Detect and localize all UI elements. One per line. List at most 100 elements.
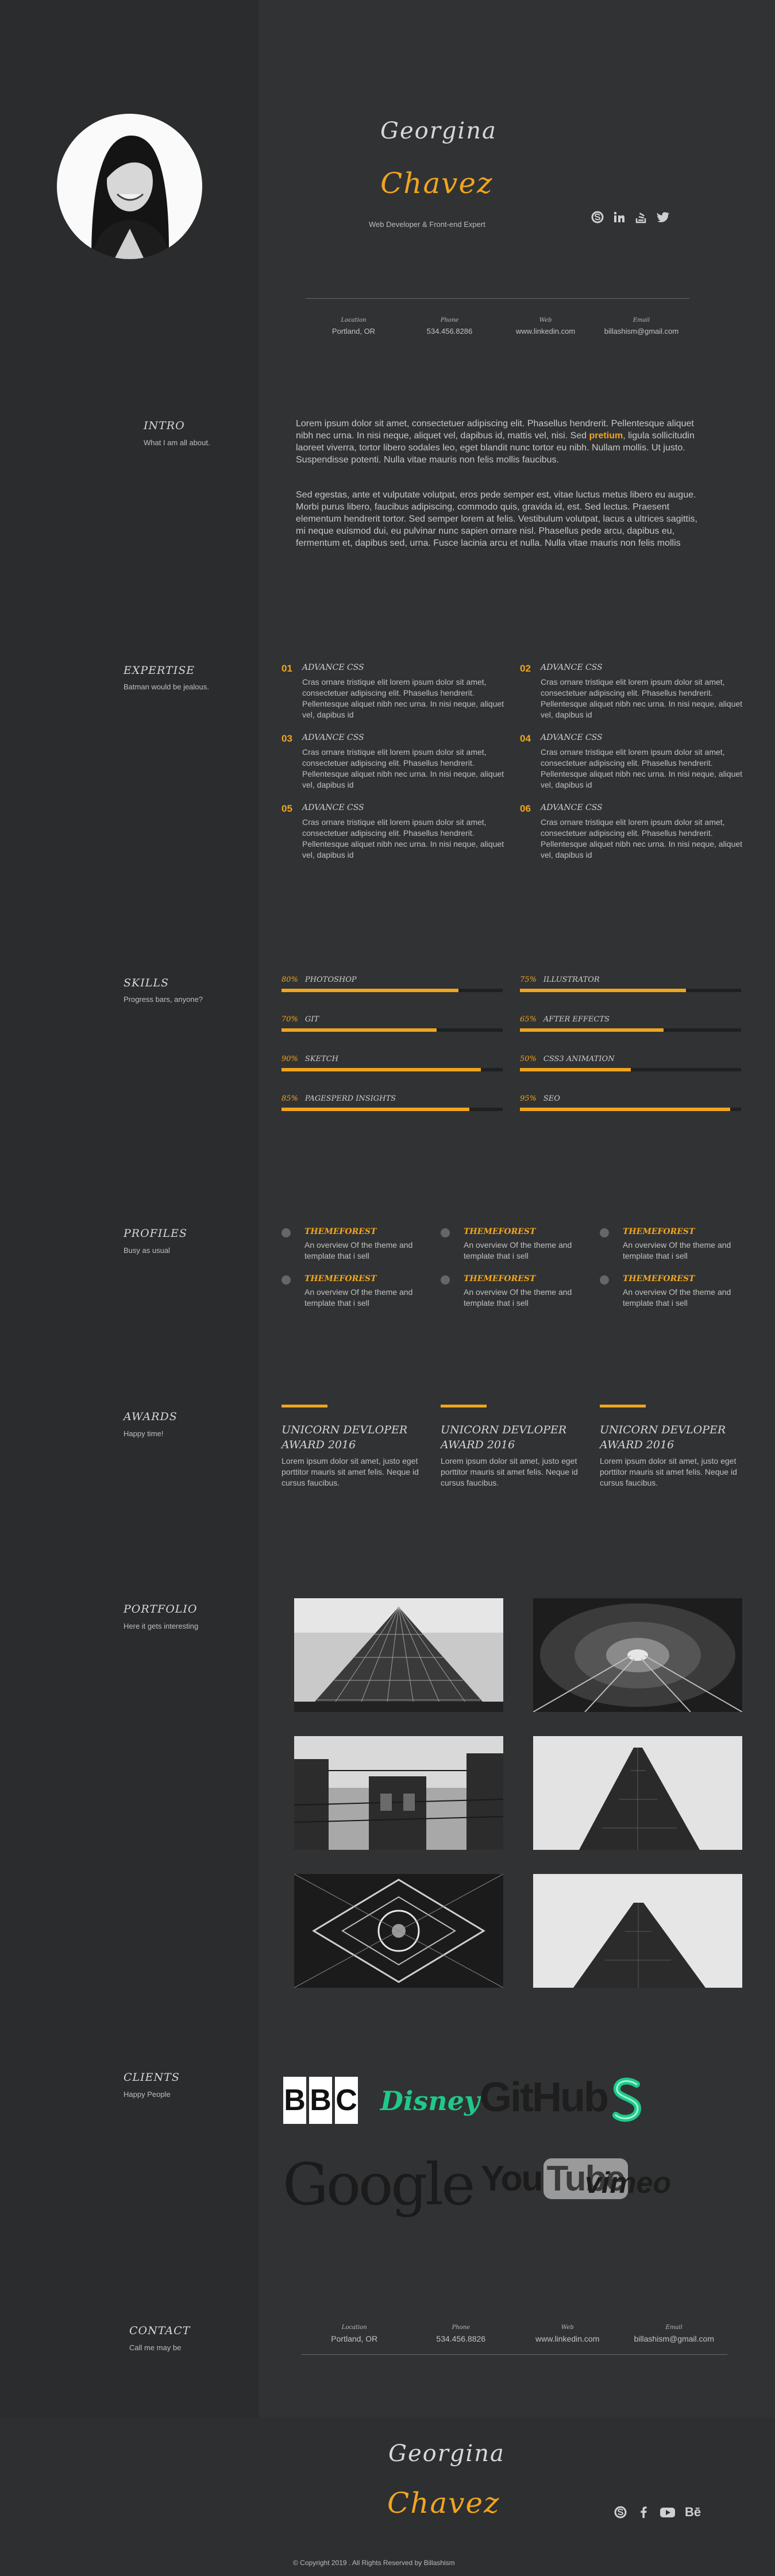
- vimeo-logo[interactable]: vimeo: [585, 2166, 671, 2200]
- contact-value[interactable]: billashism@gmail.com: [621, 2334, 728, 2343]
- portfolio-left: PORTFOLIO Here it gets interesting: [0, 1557, 259, 2023]
- portfolio-image[interactable]: [533, 1874, 742, 1988]
- section-title: AWARDS: [124, 1410, 178, 1423]
- bbc-logo[interactable]: B B C: [283, 2077, 358, 2124]
- contact-value[interactable]: www.linkedin.com: [498, 327, 593, 336]
- skype-icon[interactable]: [614, 2505, 627, 2519]
- contact-label: Location: [341, 317, 367, 323]
- expertise-text: Cras ornare tristique elit lorem ipsum d…: [541, 747, 743, 789]
- clients-right: B B C Disney GitHub Google You Tube vime…: [259, 2023, 775, 2274]
- youtube-icon[interactable]: [660, 2505, 676, 2519]
- section-title: EXPERTISE: [124, 664, 195, 677]
- skill-progress-fill: [282, 1108, 470, 1111]
- profile-text: An overview Of the theme and template th…: [464, 1240, 572, 1260]
- profile-text: An overview Of the theme and template th…: [304, 1240, 413, 1260]
- profile-item[interactable]: THEMEFOREST An overview Of the theme and …: [441, 1227, 600, 1262]
- contact-value: 534.456.8826: [436, 2334, 486, 2343]
- skill-progress-fill: [520, 1028, 664, 1032]
- contact-label: Location: [341, 2324, 367, 2331]
- expertise-number: 05: [282, 803, 292, 814]
- skill-percent: 80%: [282, 975, 298, 984]
- contact-value[interactable]: www.linkedin.com: [514, 2334, 621, 2343]
- expertise-item: 06 ADVANCE CSS Cras ornare tristique elit …: [520, 803, 758, 861]
- contact-left: CONTACT Call me may be: [0, 2274, 259, 2417]
- twitter-icon[interactable]: [656, 210, 670, 224]
- skill-name: SKETCH: [304, 1055, 338, 1063]
- section-title: CLIENTS: [124, 2071, 180, 2084]
- profile-bullet-icon: [441, 1228, 450, 1237]
- portfolio-image[interactable]: [533, 1736, 742, 1850]
- profile-item[interactable]: THEMEFOREST An overview Of the theme and …: [441, 1274, 600, 1309]
- expertise-text: Cras ornare tristique elit lorem ipsum d…: [302, 677, 504, 719]
- profile-title[interactable]: THEMEFOREST: [623, 1274, 732, 1283]
- contact-label: Email: [633, 317, 650, 323]
- expertise-title: ADVANCE CSS: [541, 803, 603, 812]
- award-title: UNICORN DEVLOPER AWARD 2016: [282, 1424, 408, 1451]
- github-logo[interactable]: GitHub: [480, 2074, 609, 2121]
- contact-value[interactable]: billashism@gmail.com: [593, 327, 689, 336]
- expertise-item: 04 ADVANCE CSS Cras ornare tristique elit …: [520, 733, 758, 790]
- profile-item[interactable]: THEMEFOREST An overview Of the theme and …: [600, 1227, 759, 1262]
- disney-logo[interactable]: Disney: [380, 2085, 480, 2116]
- profile-title[interactable]: THEMEFOREST: [464, 1274, 573, 1283]
- expertise-body: ADVANCE CSS Cras ornare tristique elit lo…: [541, 803, 745, 861]
- profile-body: THEMEFOREST An overview Of the theme and …: [304, 1227, 414, 1262]
- portfolio-image[interactable]: [294, 1736, 503, 1850]
- portfolio-image[interactable]: [294, 1874, 503, 1988]
- section-subtitle: Happy People: [124, 2090, 171, 2099]
- skill-header: 80% PHOTOSHOP: [282, 975, 503, 984]
- contact-value: Portland, OR: [331, 2334, 378, 2343]
- skill-progress-track: [520, 1068, 741, 1071]
- profile-item[interactable]: THEMEFOREST An overview Of the theme and …: [600, 1274, 759, 1309]
- award-accent-bar: [600, 1405, 646, 1407]
- contact-phone: Phone 534.456.8826: [408, 2324, 515, 2343]
- awards-left: AWARDS Happy time!: [0, 1367, 259, 1557]
- s-logo[interactable]: [608, 2075, 648, 2126]
- skill-percent: 50%: [520, 1055, 537, 1063]
- google-logo[interactable]: Google: [283, 2151, 475, 2218]
- skill-header: 70% GIT: [282, 1015, 503, 1024]
- contact-label: Web: [539, 317, 552, 323]
- section-subtitle: Progress bars, anyone?: [124, 995, 203, 1004]
- behance-icon[interactable]: Bē: [685, 2505, 701, 2520]
- skill-name: ILLUSTRATOR: [543, 975, 600, 984]
- intro-highlight: pretium: [589, 431, 623, 441]
- portfolio-image[interactable]: [533, 1598, 742, 1712]
- portfolio-image[interactable]: [294, 1598, 503, 1712]
- bbc-letter: C: [335, 2077, 358, 2124]
- expertise-title: ADVANCE CSS: [302, 803, 364, 812]
- profile-title[interactable]: THEMEFOREST: [304, 1227, 414, 1236]
- intro-paragraph-1: Lorem ipsum dolor sit amet, consectetuer…: [296, 418, 704, 466]
- skills-section: SKILLS Progress bars, anyone? 80% PHOTOSH…: [0, 931, 775, 1183]
- skill-name: PHOTOSHOP: [304, 975, 357, 984]
- award-item: UNICORN DEVLOPER AWARD 2016 Lorem ipsum d…: [282, 1405, 419, 1488]
- profile-item[interactable]: THEMEFOREST An overview Of the theme and …: [282, 1227, 441, 1262]
- facebook-icon[interactable]: [637, 2505, 650, 2519]
- profile-item[interactable]: THEMEFOREST An overview Of the theme and …: [282, 1274, 441, 1309]
- expertise-title: ADVANCE CSS: [302, 663, 364, 672]
- skill-header: 95% SEO: [520, 1094, 741, 1103]
- skill-name: CSS3 ANIMATION: [543, 1055, 615, 1063]
- expertise-number: 04: [520, 733, 531, 744]
- stackoverflow-icon[interactable]: [634, 210, 648, 224]
- avatar: [57, 114, 202, 259]
- skill-percent: 65%: [520, 1015, 537, 1024]
- expertise-body: ADVANCE CSS Cras ornare tristique elit lo…: [302, 663, 506, 720]
- intro-paragraph-2: Sed egestas, ante et vulputate volutpat,…: [296, 490, 697, 548]
- contact-label: Email: [665, 2324, 683, 2331]
- expertise-title: ADVANCE CSS: [541, 733, 603, 742]
- award-text: Lorem ipsum dolor sit amet, justo eget p…: [441, 1456, 578, 1487]
- contact-divider: [301, 2354, 727, 2355]
- expertise-item: 01 ADVANCE CSS Cras ornare tristique elit …: [282, 663, 520, 720]
- linkedin-icon[interactable]: [612, 210, 626, 224]
- profile-body: THEMEFOREST An overview Of the theme and …: [304, 1274, 414, 1309]
- profile-title[interactable]: THEMEFOREST: [464, 1227, 573, 1236]
- contact-label: Web: [561, 2324, 574, 2331]
- skills-grid: 80% PHOTOSHOP 75% ILLUSTRATOR 70% GIT 65% AFTER…: [282, 975, 758, 1111]
- expertise-title: ADVANCE CSS: [541, 663, 603, 672]
- skype-icon[interactable]: [591, 210, 604, 224]
- skill-progress-fill: [282, 989, 458, 992]
- skill-name: PAGESPERD INSIGHTS: [304, 1094, 396, 1103]
- profile-title[interactable]: THEMEFOREST: [623, 1227, 732, 1236]
- profile-title[interactable]: THEMEFOREST: [304, 1274, 414, 1283]
